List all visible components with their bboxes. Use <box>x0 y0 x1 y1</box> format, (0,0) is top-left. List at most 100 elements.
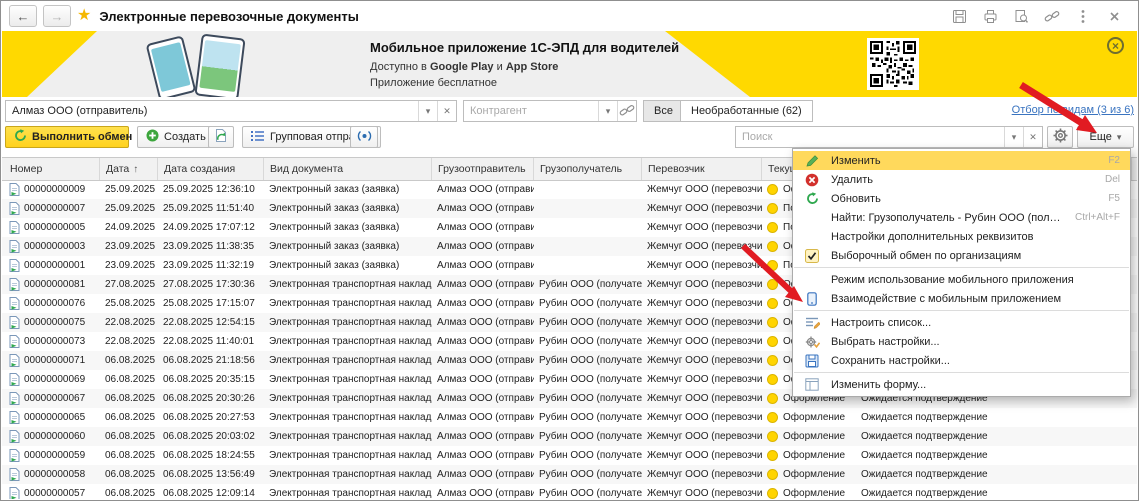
exchange-status-button[interactable] <box>350 126 378 148</box>
organization-input[interactable] <box>6 101 418 121</box>
column-header-receiver[interactable]: Грузополучатель <box>536 158 642 180</box>
cell-value: 06.08.2025 <box>105 450 155 461</box>
document-icon <box>9 335 20 348</box>
filter-by-kind-link[interactable]: Отбор по видам (3 из 6) <box>1012 104 1134 116</box>
cell-value: 22.08.2025 <box>105 336 155 347</box>
tab-unprocessed[interactable]: Необработанные (62) <box>680 100 813 122</box>
search-input[interactable] <box>736 127 1004 147</box>
cell-num: 00000000001 <box>6 256 100 275</box>
cell-value: 00000000005 <box>24 222 85 233</box>
cell-sender: Алмаз ООО (отправите... <box>434 275 534 294</box>
tab-all[interactable]: Все <box>643 100 684 122</box>
cell-num: 00000000071 <box>6 351 100 370</box>
cell-value: Жемчуг ООО (перевозчик) <box>647 393 762 404</box>
cell-sender: Алмаз ООО (отправите... <box>434 199 534 218</box>
table-row[interactable]: 0000000005906.08.202506.08.2025 18:24:55… <box>2 446 1137 465</box>
more-button[interactable]: Еще <box>1077 126 1134 148</box>
column-header-created[interactable]: Дата создания <box>160 158 264 180</box>
column-header-carrier[interactable]: Перевозчик <box>644 158 762 180</box>
column-header-doctype[interactable]: Вид документа <box>266 158 432 180</box>
menu-item-8[interactable]: Взаимодействие с мобильным приложением <box>793 289 1130 308</box>
menu-item-6[interactable]: Выборочный обмен по организациям <box>793 246 1130 265</box>
table-row[interactable]: 0000000006006.08.202506.08.2025 20:03:02… <box>2 427 1137 446</box>
settings-button[interactable] <box>1047 126 1073 148</box>
cell-sender: Алмаз ООО (отправите... <box>434 484 534 499</box>
clear-button[interactable]: ✕ <box>437 101 456 121</box>
forward-button[interactable]: → <box>43 5 71 27</box>
cell-num: 00000000058 <box>6 465 100 484</box>
run-exchange-button[interactable]: Выполнить обмен <box>5 126 129 148</box>
menu-item-4[interactable]: Найти: Грузополучатель - Рубин ООО (полу… <box>793 208 1130 227</box>
more-icon[interactable] <box>1075 8 1091 24</box>
column-header-label: Дата <box>106 163 129 175</box>
cell-date: 06.08.2025 <box>102 389 158 408</box>
cell-value: Ожидается подтверждение <box>861 431 988 442</box>
copy-document-button[interactable] <box>208 126 234 148</box>
preview-icon[interactable] <box>1013 8 1029 24</box>
menu-item-10[interactable]: Выбрать настройки... <box>793 332 1130 351</box>
dropdown-button[interactable]: ▾ <box>598 101 617 121</box>
cell-value: 06.08.2025 20:35:15 <box>163 374 255 385</box>
save-icon[interactable] <box>951 8 967 24</box>
cell-doctype: Электронная транспортная накладная <box>266 389 432 408</box>
print-icon[interactable] <box>982 8 998 24</box>
menu-item-2[interactable]: УдалитьDel <box>793 170 1130 189</box>
open-link-button[interactable] <box>617 101 636 121</box>
cell-created: 27.08.2025 17:30:36 <box>160 275 264 294</box>
dropdown-button[interactable]: ▾ <box>418 101 437 121</box>
cell-value: Алмаз ООО (отправите... <box>437 203 534 214</box>
menu-item-7[interactable]: Режим использование мобильного приложени… <box>793 270 1130 289</box>
counterparty-input[interactable] <box>464 101 598 121</box>
cell-value: Рубин ООО (получатель) <box>539 431 642 442</box>
cell-value: Жемчуг ООО (перевозчик) <box>647 279 762 290</box>
cell-receiver: Рубин ООО (получатель) <box>536 332 642 351</box>
cell-created: 23.09.2025 11:32:19 <box>160 256 264 275</box>
qr-code <box>867 38 919 90</box>
table-row[interactable]: 0000000005806.08.202506.08.2025 13:56:49… <box>2 465 1137 484</box>
menu-item-label: Выборочный обмен по организациям <box>831 250 1021 262</box>
close-icon[interactable] <box>1106 8 1122 24</box>
menu-item-11[interactable]: Сохранить настройки... <box>793 351 1130 370</box>
cell-value: 27.08.2025 <box>105 279 155 290</box>
cell-receiver: Рубин ООО (получатель) <box>536 275 642 294</box>
cell-value: Алмаз ООО (отправите... <box>437 184 534 195</box>
cell-value: 00000000059 <box>24 450 85 461</box>
banner-close-button[interactable]: × <box>1107 37 1124 54</box>
cell-value: Оформление <box>783 431 845 442</box>
document-icon <box>9 449 20 462</box>
cell-value: Жемчуг ООО (перевозчик) <box>647 488 762 499</box>
cell-value: 00000000071 <box>24 355 85 366</box>
menu-item-12[interactable]: Изменить форму... <box>793 375 1130 394</box>
cell-value: 27.08.2025 17:30:36 <box>163 279 255 290</box>
cell-sender: Алмаз ООО (отправите... <box>434 332 534 351</box>
menu-item-5[interactable]: Настройки дополнительных реквизитов <box>793 227 1130 246</box>
cell-value: 06.08.2025 <box>105 412 155 423</box>
cell-value: 25.09.2025 12:36:10 <box>163 184 255 195</box>
table-row[interactable]: 0000000005706.08.202506.08.2025 12:09:14… <box>2 484 1137 499</box>
table-row[interactable]: 0000000006506.08.202506.08.2025 20:27:53… <box>2 408 1137 427</box>
status-dot <box>767 336 778 347</box>
cell-carrier: Жемчуг ООО (перевозчик) <box>644 199 762 218</box>
column-header-date[interactable]: Дата↑ <box>102 158 158 180</box>
menu-item-9[interactable]: Настроить список... <box>793 313 1130 332</box>
cell-value: 25.09.2025 11:51:40 <box>163 203 254 214</box>
menu-item-label: Удалить <box>831 174 873 186</box>
cell-sender: Алмаз ООО (отправите... <box>434 237 534 256</box>
status-dot <box>767 374 778 385</box>
menu-item-1[interactable]: ИзменитьF2 <box>793 151 1130 170</box>
back-button[interactable]: ← <box>9 5 37 27</box>
clear-button[interactable]: ✕ <box>1023 127 1042 147</box>
favorite-star-icon[interactable]: ★ <box>77 8 91 24</box>
cell-num: 00000000009 <box>6 180 100 199</box>
column-header-label: Номер <box>10 163 42 175</box>
cell-value: 06.08.2025 20:27:53 <box>163 412 255 423</box>
link-icon[interactable] <box>1044 8 1060 24</box>
cell-status2: Ожидается подтверждение <box>858 427 1132 446</box>
column-header-sender[interactable]: Грузоотправитель <box>434 158 534 180</box>
clear-icon: ✕ <box>443 106 451 117</box>
cell-value: 23.09.2025 <box>105 260 155 271</box>
dropdown-button[interactable]: ▾ <box>1004 127 1023 147</box>
menu-item-3[interactable]: ОбновитьF5 <box>793 189 1130 208</box>
cell-value: 00000000007 <box>24 203 85 214</box>
column-header-num[interactable]: Номер <box>6 158 100 180</box>
